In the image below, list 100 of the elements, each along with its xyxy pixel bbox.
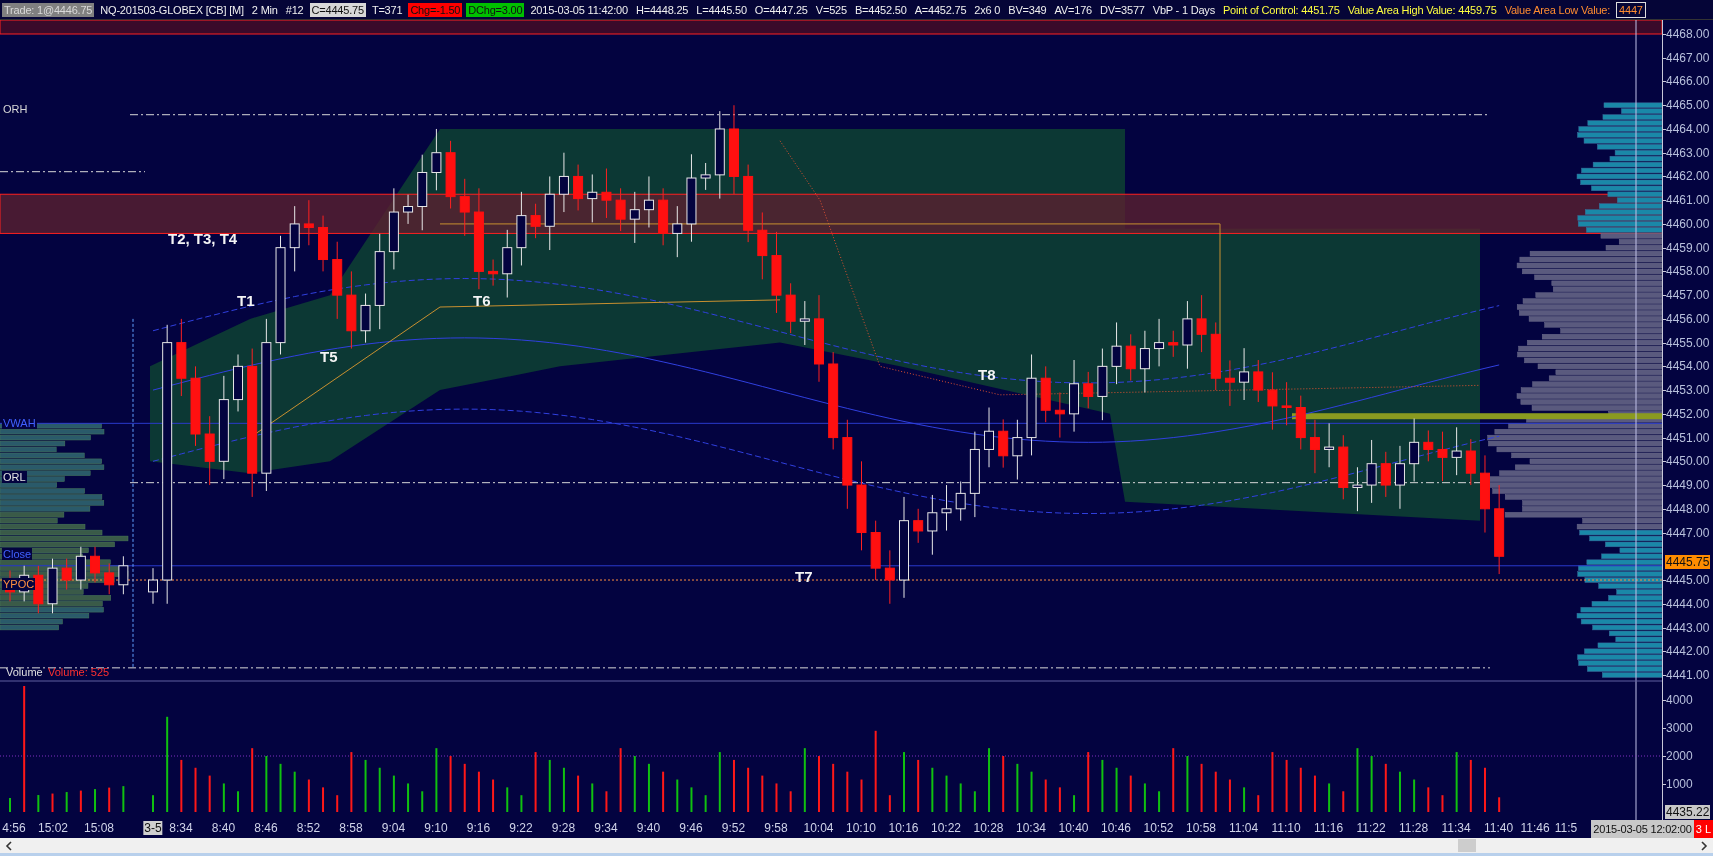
header-field: #12 [283,2,306,17]
candlestick [148,567,158,605]
candlestick [445,140,456,209]
candlestick [118,555,129,595]
candlestick [1168,330,1179,358]
header-field: Chg=-1.50 [408,2,463,17]
header-field: Value Area High Value: 4459.75 [1345,2,1499,17]
price-tick: 4468.00 [1666,27,1710,41]
price-tick: 4464.00 [1666,121,1710,136]
price-tick: 4463.00 [1666,145,1710,160]
candlestick [1465,438,1476,486]
time-label: 3-5 [143,821,163,835]
candlestick [757,211,768,280]
price-tick: 4454.00 [1666,359,1710,374]
time-label: 9:52 [720,821,747,835]
time-label: 9:46 [678,821,704,835]
time-label: 8:40 [210,821,237,835]
price-tick: 4461.00 [1666,193,1710,208]
candlestick [488,259,499,287]
header-field: Point of Control: 4451.75 [1221,2,1342,17]
candlestick [1253,359,1264,403]
trade-label: T7 [795,568,813,585]
header-field: 4447 [1616,1,1646,18]
volume-reading: Volume: 525 [48,666,110,678]
last-price-badge: 4445.75 [1665,555,1711,570]
price-tick: 4462.00 [1666,169,1710,184]
header-field: B=4452.50 [852,2,909,17]
time-label: 10:22 [930,821,962,835]
panel-title: Volume [6,666,43,678]
time-label: 11:16 [1312,821,1345,835]
status-flag: 3 L [1693,820,1713,838]
header-field: AV=176 [1052,2,1094,17]
candlestick [1281,381,1292,426]
header-field: 2015-03-05 11:42:00 [528,2,630,17]
time-label: 15:08 [83,821,115,835]
candlestick [289,205,300,272]
time-label: 9:58 [763,821,789,835]
candlestick [1012,419,1023,480]
time-label: 8:34 [168,821,194,835]
time-label: 11:10 [1270,821,1302,835]
header-field: VbP - 1 Days [1150,2,1217,17]
level-label: VWAH [2,417,37,430]
candlestick [431,128,442,191]
header-field: V=525 [813,2,849,17]
header-field: Value Area Low Value: [1502,2,1613,17]
price-tick: 4441.00 [1666,667,1710,682]
volume-tick: 4000 [1666,693,1693,707]
candlestick [1380,451,1391,498]
header-field: 2 Min [249,2,280,17]
price-tick: 4448.00 [1666,501,1710,516]
header-field: L=4445.50 [694,2,749,17]
candlestick [1139,330,1150,393]
candlestick [1083,371,1094,409]
candlestick [61,558,72,590]
price-tick: 4451.00 [1666,430,1710,445]
time-label: 11:46 [1519,821,1551,835]
candlestick [870,520,881,581]
scale-min-badge: 4435.22 [1665,805,1711,819]
level-label: ORH [2,102,29,115]
time-label: 10:04 [802,821,835,835]
scroll-thumb[interactable] [1458,839,1476,852]
candlestick [1125,333,1136,382]
candlestick [1423,429,1434,462]
price-tick: 4457.00 [1666,288,1710,303]
price-tick: 4460.00 [1666,216,1710,231]
header-field: 2x6 0 [972,2,1003,17]
time-label: 10:52 [1142,821,1175,835]
candlestick [1267,371,1278,431]
candlestick [502,229,513,298]
cursor-time: 2015-03-05 12:02:00 [1591,820,1694,838]
time-label: 9:10 [423,821,449,835]
trade-label: T6 [473,292,491,309]
candlestick [1324,422,1335,468]
candlestick [587,173,598,223]
time-label: 10:58 [1185,821,1217,835]
time-label: 9:04 [380,821,407,835]
time-label: 11:34 [1440,821,1472,835]
header-field: NQ-201503-GLOBEX [CB] [M] [98,2,246,17]
price-tick: 4458.00 [1666,264,1710,279]
candlestick [984,407,995,468]
time-label: 15:02 [37,821,69,835]
candlestick [1409,418,1420,482]
trade-label: T5 [320,348,338,365]
candlestick [558,152,569,213]
candlestick [643,175,654,228]
time-label: 11:5 [1553,821,1579,835]
time-label: 8:58 [338,821,364,835]
time-label: 10:46 [1100,821,1132,835]
candlestick [615,187,626,232]
candlestick [1394,445,1405,510]
candlestick [629,191,640,244]
time-label: 11:28 [1397,821,1430,835]
candlestick [941,484,952,532]
price-tick: 4449.00 [1666,478,1710,493]
time-label: 9:22 [508,821,534,835]
candlestick [1437,431,1448,482]
price-tick: 4445.00 [1666,573,1710,587]
time-label: 4:56 [1,821,27,835]
price-tick: 4447.00 [1666,525,1710,540]
chevron-right-icon [1700,840,1708,851]
